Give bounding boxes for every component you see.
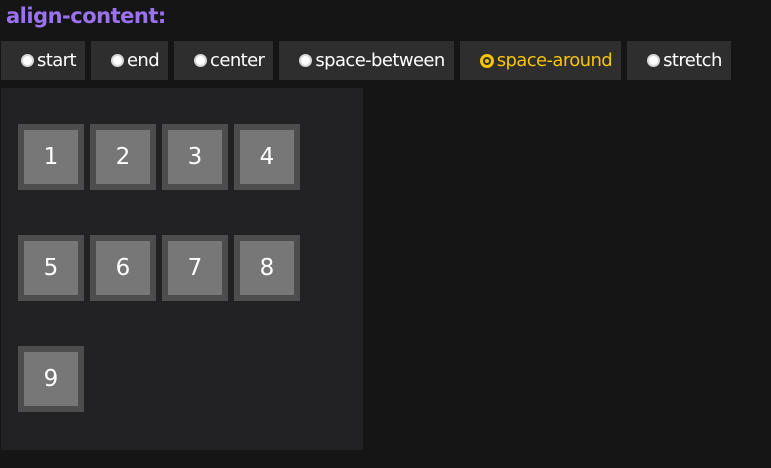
flex-item-label: 2 (96, 130, 150, 184)
flex-item-label: 5 (24, 241, 78, 295)
flex-item: 8 (234, 235, 300, 301)
flex-item-label: 6 (96, 241, 150, 295)
option-stretch[interactable]: stretch (627, 41, 731, 80)
flex-item-label: 8 (240, 241, 294, 295)
radio-stretch[interactable] (647, 54, 661, 67)
page: align-content: start end center space-be… (0, 0, 771, 468)
page-title: align-content: (6, 4, 166, 28)
option-center-label: center (210, 50, 265, 71)
radio-start[interactable] (21, 54, 34, 67)
flex-item: 5 (18, 235, 84, 301)
flex-item-label: 3 (168, 130, 222, 184)
flex-item: 1 (18, 124, 84, 190)
flex-item: 7 (162, 235, 228, 301)
option-end-label: end (126, 50, 160, 71)
radio-end[interactable] (110, 54, 124, 67)
flex-item: 6 (90, 235, 156, 301)
option-space-between[interactable]: space-between (279, 41, 454, 80)
option-start-label: start (37, 50, 77, 71)
flex-item: 4 (234, 124, 300, 190)
radio-space-between[interactable] (299, 54, 313, 67)
flex-item: 3 (162, 124, 228, 190)
flex-item-label: 1 (24, 130, 78, 184)
flex-container: 1 2 3 4 5 6 7 8 9 (1, 88, 363, 450)
option-space-around-label: space-around (496, 50, 613, 71)
option-start[interactable]: start (1, 41, 85, 80)
option-stretch-label: stretch (663, 50, 722, 71)
option-center[interactable]: center (174, 41, 274, 80)
option-space-between-label: space-between (315, 50, 445, 71)
flex-item: 2 (90, 124, 156, 190)
flex-item: 9 (18, 346, 84, 412)
flex-item-label: 7 (168, 241, 222, 295)
align-content-options: start end center space-between space-aro… (1, 41, 731, 80)
option-space-around[interactable]: space-around (459, 41, 622, 80)
radio-space-around[interactable] (479, 53, 494, 68)
option-end[interactable]: end (90, 41, 169, 80)
flex-item-label: 9 (24, 352, 78, 406)
flex-item-label: 4 (240, 130, 294, 184)
radio-center[interactable] (194, 54, 208, 67)
